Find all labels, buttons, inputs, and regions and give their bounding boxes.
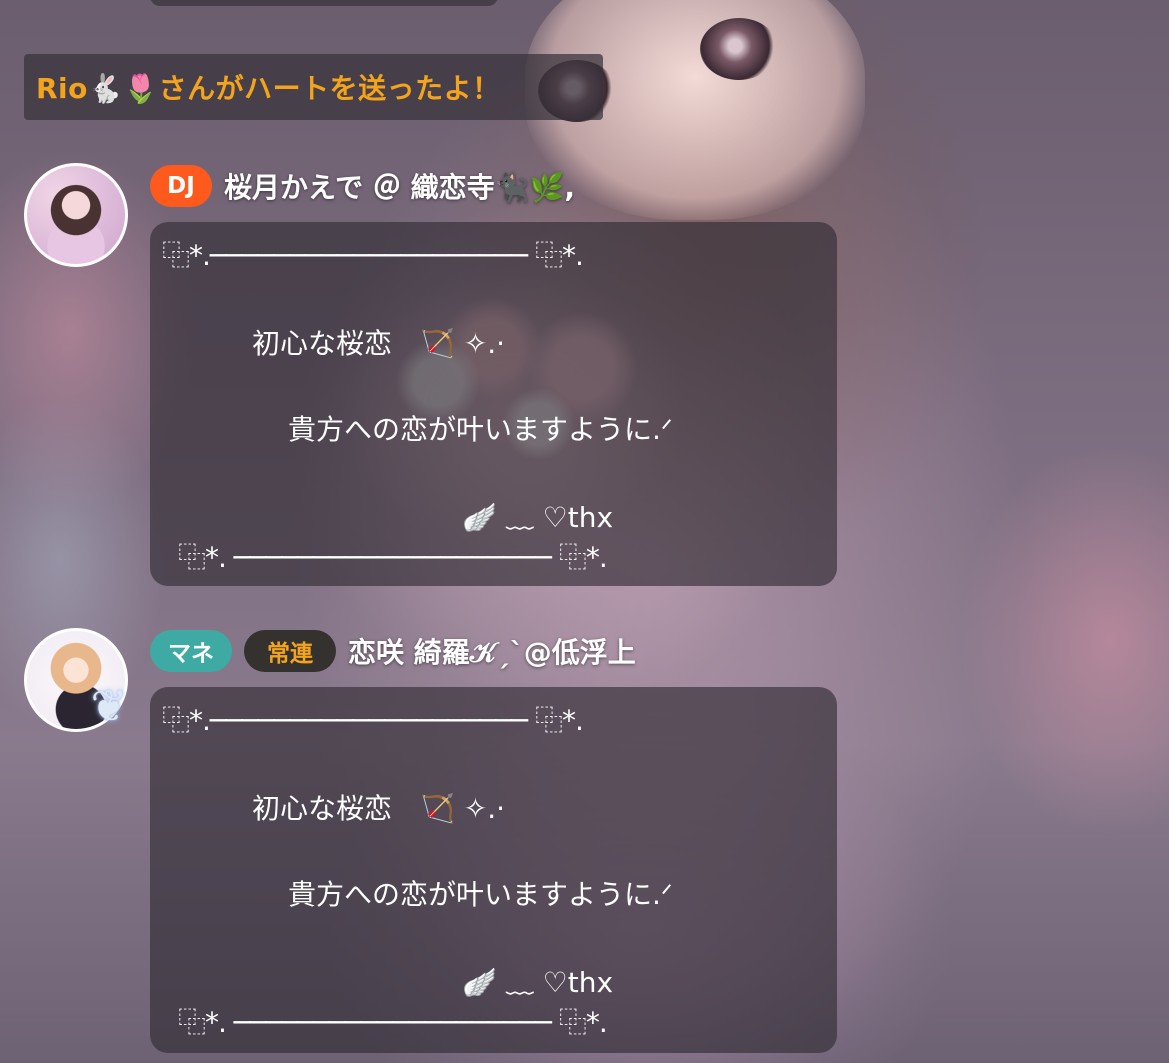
regular-badge: 常連 [244,630,336,672]
previous-message-bubble [150,0,498,6]
gift-notification-text: Rio🐇🌷さんがハートを送ったよ！ [36,72,501,105]
message-line: 初心な桜恋 🏹 ✧.· [252,327,506,360]
username[interactable]: 恋咲 綺羅𝒦ˏˋ@低浮上 [348,631,636,671]
decorative-line-bottom: ⿻*. ──────────────────── ⿻*. [178,541,608,574]
manager-badge: マネ [150,630,232,672]
right-eye-shape [700,18,778,80]
message-line: 🪽 ﹏ ♡thx [462,966,614,999]
message-line: 貴方への恋が叶いますように.ᐟ [288,413,673,446]
message-line: 初心な桜恋 🏹 ✧.· [252,792,506,825]
decorative-line-top: ⿻*.──────────────────── ⿻*. [162,239,584,272]
angel-wing-icon: ❦ [90,681,128,732]
gift-notification: Rio🐇🌷さんがハートを送ったよ！ [24,54,603,120]
message-header: マネ 常連 恋咲 綺羅𝒦ˏˋ@低浮上 [150,630,636,672]
dj-badge: DJ [150,165,212,207]
username[interactable]: 桜月かえで ＠ 織恋寺🐈‍⬛🌿, [224,166,575,206]
message-header: DJ 桜月かえで ＠ 織恋寺🐈‍⬛🌿, [150,165,575,207]
avatar[interactable] [24,163,128,267]
decorative-line-bottom: ⿻*. ──────────────────── ⿻*. [178,1006,608,1039]
message-line: 貴方への恋が叶いますように.ᐟ [288,878,673,911]
message-bubble[interactable]: ⿻*.──────────────────── ⿻*. 初心な桜恋 🏹 ✧.· … [150,687,837,1053]
decorative-line-top: ⿻*.──────────────────── ⿻*. [162,704,584,737]
message-bubble[interactable]: ⿻*.──────────────────── ⿻*. 初心な桜恋 🏹 ✧.· … [150,222,837,586]
message-line: 🪽 ﹏ ♡thx [462,501,614,534]
